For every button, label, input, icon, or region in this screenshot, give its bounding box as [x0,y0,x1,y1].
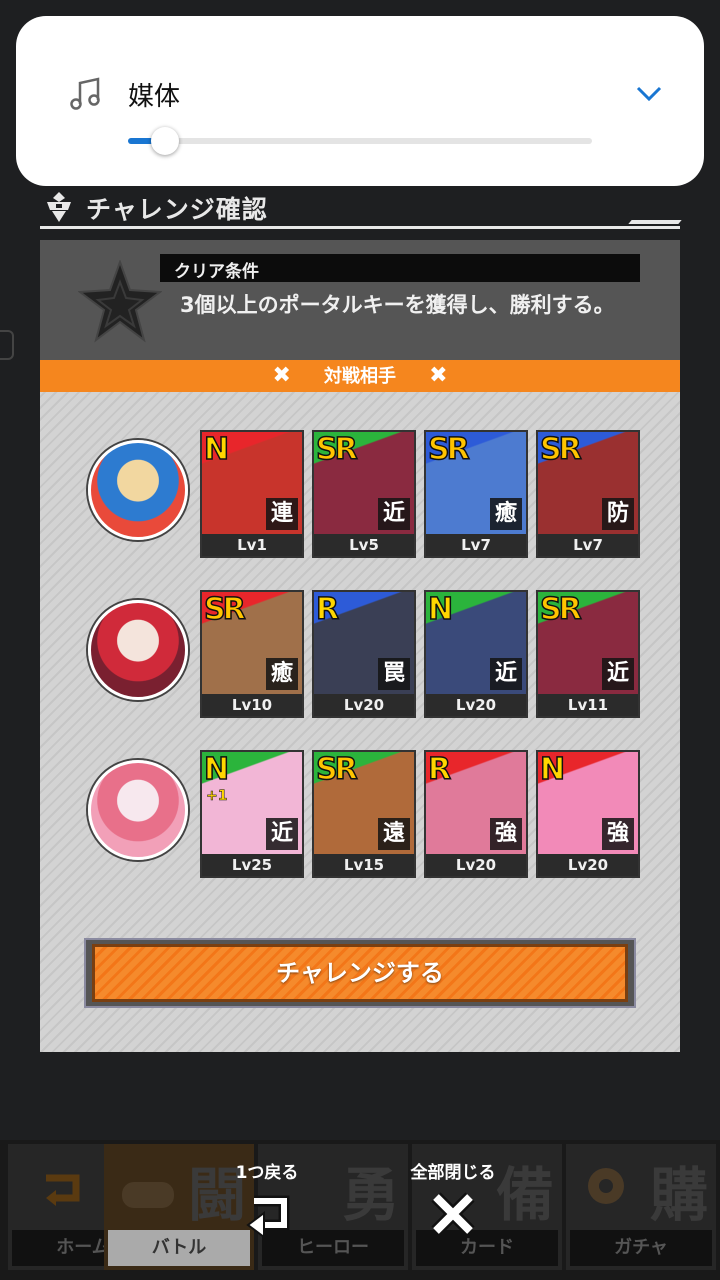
card-rarity: SR [315,432,358,468]
condition-label: クリア条件 [174,262,259,282]
challenge-panel: クリア条件 3個以上のポータルキーを獲得し、勝利する。 ✖ 対戦相手 ✖ N連L… [40,240,680,1052]
card-type: 遠 [378,818,410,850]
card-level: Lv10 [202,694,302,716]
volume-panel: 媒体 [16,16,704,186]
nav-big-char: 購 [649,1161,708,1229]
card-type: 強 [602,818,634,850]
bottom-nav: ホーム 闘 バトル 勇 ヒーロー 備 カード 購 ガチャ [0,1140,720,1280]
star-icon [78,260,162,343]
card-type: 近 [490,658,522,690]
card-type: 近 [602,658,634,690]
card-type: 近 [266,818,298,850]
card-level: Lv20 [314,694,414,716]
card-rarity: SR [539,592,582,628]
music-note-icon [70,77,100,110]
pink-hair-girl-avatar [88,760,188,860]
card-rarity: SR [539,432,582,468]
opponent-card[interactable]: N 近 Lv20 [424,590,528,718]
card-level: Lv20 [426,854,526,876]
card-rarity: N [539,752,566,788]
card-level: Lv15 [314,854,414,876]
opponent-card[interactable]: SR 防 Lv7 [536,430,640,558]
opponent-card[interactable]: R 罠 Lv20 [312,590,416,718]
close-all-button[interactable]: 全部閉じる [388,1158,518,1248]
challenge-button-face[interactable]: チャレンジする [92,944,628,1002]
home-return-icon [46,1174,80,1206]
card-level: Lv20 [538,854,638,876]
challenge-button[interactable]: チャレンジする [84,938,636,1008]
close-all-label: 全部閉じる [410,1163,496,1183]
card-level: Lv25 [202,854,302,876]
opponent-card[interactable]: SR 近 Lv11 [536,590,640,718]
opponent-card[interactable]: SR 癒 Lv10 [200,590,304,718]
volume-label: 媒体 [128,82,181,112]
card-rarity: N [427,592,454,628]
cross-icon: ✖ [272,363,291,388]
gamepad-icon [122,1182,174,1208]
header-accent [628,220,682,224]
opponent-row: SR 癒 Lv10 R 罠 Lv20 N 近 Lv20 SR 近 Lv11 [40,590,680,722]
card-rarity: SR [203,592,246,628]
opponent-card[interactable]: N +1 近 Lv25 [200,750,304,878]
card-rarity: SR [315,752,358,788]
card-rarity: R [315,592,340,628]
dialog-title: チャレンジ確認 [86,195,268,224]
card-type: 癒 [266,658,298,690]
card-level: Lv7 [426,534,526,556]
condition-label-bar: クリア条件 [160,254,640,282]
card-level: Lv20 [426,694,526,716]
opponents-label: 対戦相手 [324,366,396,387]
card-rarity: N [203,432,230,468]
pixel-king-avatar [88,440,188,540]
opponent-card[interactable]: SR 遠 Lv15 [312,750,416,878]
card-type: 近 [378,498,410,530]
cross-icon: ✖ [429,363,448,388]
opponents-header: ✖ 対戦相手 ✖ [40,360,680,392]
card-rarity: N [203,752,230,788]
return-arrow-icon [246,1195,290,1239]
opponent-card[interactable]: SR 近 Lv5 [312,430,416,558]
opponent-row: N 連 Lv1 SR 近 Lv5 SR 癒 Lv7 SR 防 Lv7 [40,430,680,562]
card-rarity: R [427,752,452,788]
card-type: 連 [266,498,298,530]
nav-item-gacha[interactable]: 購 ガチャ [566,1144,716,1270]
side-tab [0,330,14,360]
card-level: Lv11 [538,694,638,716]
card-level: Lv7 [538,534,638,556]
challenge-button-label: チャレンジする [276,959,444,987]
header-divider [40,226,680,229]
red-hair-girl-avatar [88,600,188,700]
card-type: 罠 [378,658,410,690]
condition-text: 3個以上のポータルキーを獲得し、勝利する。 [180,293,615,317]
clear-condition-box: クリア条件 3個以上のポータルキーを獲得し、勝利する。 [40,240,680,360]
card-rarity: SR [427,432,470,468]
card-type: 防 [602,498,634,530]
card-type: 強 [490,818,522,850]
opponent-card[interactable]: N 連 Lv1 [200,430,304,558]
opponent-card[interactable]: R 強 Lv20 [424,750,528,878]
opponent-card[interactable]: SR 癒 Lv7 [424,430,528,558]
opponent-card[interactable]: N 強 Lv20 [536,750,640,878]
nav-label-gacha: ガチャ [570,1230,712,1266]
opponent-row: N +1 近 Lv25 SR 遠 Lv15 R 強 Lv20 N 強 Lv20 [40,750,680,882]
chevron-down-icon[interactable] [634,78,664,108]
back-label: 1つ戻る [235,1163,299,1183]
gacha-icon [588,1168,624,1204]
close-icon [431,1192,475,1236]
card-type: 癒 [490,498,522,530]
back-button[interactable]: 1つ戻る [202,1158,332,1248]
card-level: Lv5 [314,534,414,556]
card-level: Lv1 [202,534,302,556]
dialog-header: チャレンジ確認 [40,186,682,232]
card-plus: +1 [206,788,228,805]
volume-slider-thumb[interactable] [151,127,180,155]
robot-emblem-icon [47,192,71,222]
volume-slider[interactable] [128,127,592,155]
